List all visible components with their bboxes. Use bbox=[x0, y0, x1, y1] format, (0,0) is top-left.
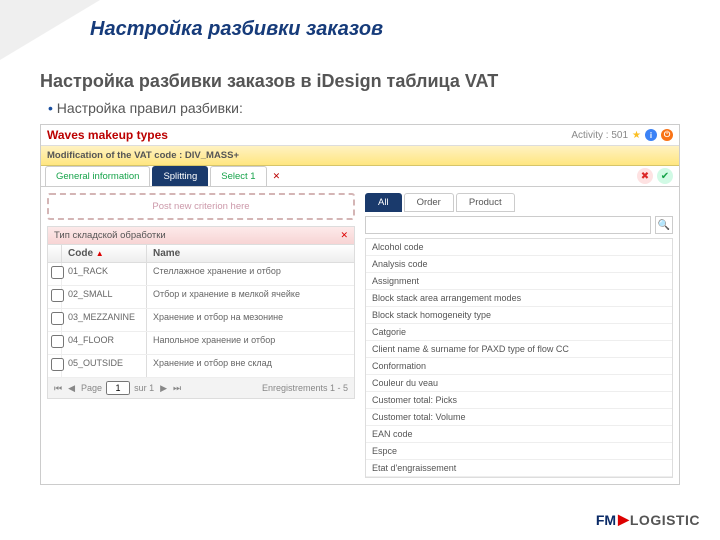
cell-name: Стеллажное хранение и отбор bbox=[147, 263, 354, 285]
activity-label: Activity : 501 bbox=[571, 130, 628, 141]
table-row[interactable]: 03_MEZZANINEХранение и отбор на мезонине bbox=[48, 309, 354, 332]
cell-name: Напольное хранение и отбор bbox=[147, 332, 354, 354]
column-code[interactable]: Code ▲ bbox=[62, 245, 147, 262]
table-row[interactable]: 02_SMALLОтбор и хранение в мелкой ячейке bbox=[48, 286, 354, 309]
section-subtitle: Настройка разбивки заказов в iDesign таб… bbox=[40, 71, 680, 92]
cell-code: 04_FLOOR bbox=[62, 332, 147, 354]
bullet-config: Настройка правил разбивки: bbox=[40, 100, 680, 116]
grid-title-label: Тип складской обработки bbox=[54, 230, 166, 241]
vat-modification-label: Modification of the VAT code : DIV_MASS+ bbox=[41, 146, 679, 166]
list-item[interactable]: EAN code bbox=[366, 426, 672, 443]
filter-tab-product[interactable]: Product bbox=[456, 193, 515, 212]
table-row[interactable]: 01_RACKСтеллажное хранение и отбор bbox=[48, 263, 354, 286]
cell-name: Отбор и хранение в мелкой ячейке bbox=[147, 286, 354, 308]
list-item[interactable]: Couleur du veau bbox=[366, 375, 672, 392]
list-item[interactable]: Block stack homogeneity type bbox=[366, 307, 672, 324]
cell-name: Хранение и отбор на мезонине bbox=[147, 309, 354, 331]
list-item[interactable]: Customer total: Picks bbox=[366, 392, 672, 409]
search-input[interactable] bbox=[365, 216, 651, 234]
app-window: Waves makeup types Activity : 501 ★ i ⏻ … bbox=[40, 124, 680, 485]
list-item[interactable]: Analysis code bbox=[366, 256, 672, 273]
arrow-icon: ▶ bbox=[618, 511, 629, 528]
pager-of-label: sur 1 bbox=[134, 383, 154, 393]
cell-code: 02_SMALL bbox=[62, 286, 147, 308]
power-icon[interactable]: ⏻ bbox=[661, 129, 673, 141]
criteria-list: Alcohol codeAnalysis codeAssignmentBlock… bbox=[365, 238, 673, 478]
list-item[interactable]: Alcohol code bbox=[366, 239, 672, 256]
list-item[interactable]: Assignment bbox=[366, 273, 672, 290]
pager-next-icon[interactable]: ▶ bbox=[160, 383, 167, 394]
fm-logistic-logo: FM▶LOGISTIC bbox=[596, 511, 700, 528]
confirm-icon[interactable]: ✔ bbox=[657, 168, 673, 184]
table-row[interactable]: 05_OUTSIDEХранение и отбор вне склад bbox=[48, 355, 354, 378]
pager-page-label: Page bbox=[81, 383, 102, 393]
cell-code: 05_OUTSIDE bbox=[62, 355, 147, 377]
criterion-dropzone[interactable]: Post new criterion here bbox=[47, 193, 355, 220]
pager-page-input[interactable] bbox=[106, 381, 130, 395]
tab-close-icon[interactable]: ✕ bbox=[269, 167, 285, 186]
list-item[interactable]: Client name & surname for PAXD type of f… bbox=[366, 341, 672, 358]
filter-tab-all[interactable]: All bbox=[365, 193, 402, 212]
list-item[interactable]: Customer total: Volume bbox=[366, 409, 672, 426]
tab-select-1[interactable]: Select 1 bbox=[210, 166, 266, 186]
pager-first-icon[interactable]: ⏮ bbox=[54, 383, 62, 394]
column-name[interactable]: Name bbox=[147, 245, 354, 262]
processing-type-grid: Тип складской обработки ✕ Code ▲ Name 01… bbox=[47, 226, 355, 399]
sort-asc-icon[interactable]: ▲ bbox=[96, 249, 104, 258]
list-item[interactable]: Espce bbox=[366, 443, 672, 460]
filter-tab-order[interactable]: Order bbox=[404, 193, 454, 212]
tab-splitting[interactable]: Splitting bbox=[152, 166, 208, 186]
grid-close-icon[interactable]: ✕ bbox=[340, 230, 348, 241]
star-icon[interactable]: ★ bbox=[632, 130, 641, 141]
list-item[interactable]: Etat d'engraissement bbox=[366, 460, 672, 477]
cancel-icon[interactable]: ✖ bbox=[637, 168, 653, 184]
pager-records: Enregistrements 1 - 5 bbox=[262, 383, 348, 393]
search-icon[interactable]: 🔍 bbox=[655, 216, 673, 234]
pager-last-icon[interactable]: ⏭ bbox=[173, 383, 181, 394]
tab-general-information[interactable]: General information bbox=[45, 166, 150, 186]
cell-code: 03_MEZZANINE bbox=[62, 309, 147, 331]
app-title: Waves makeup types bbox=[47, 128, 168, 142]
cell-code: 01_RACK bbox=[62, 263, 147, 285]
pager-prev-icon[interactable]: ◀ bbox=[68, 383, 75, 394]
list-item[interactable]: Catgorie bbox=[366, 324, 672, 341]
info-icon[interactable]: i bbox=[645, 129, 657, 141]
list-item[interactable]: Conformation bbox=[366, 358, 672, 375]
cell-name: Хранение и отбор вне склад bbox=[147, 355, 354, 377]
list-item[interactable]: Block stack area arrangement modes bbox=[366, 290, 672, 307]
table-row[interactable]: 04_FLOORНапольное хранение и отбор bbox=[48, 332, 354, 355]
slide-title: Настройка разбивки заказов bbox=[0, 0, 720, 41]
